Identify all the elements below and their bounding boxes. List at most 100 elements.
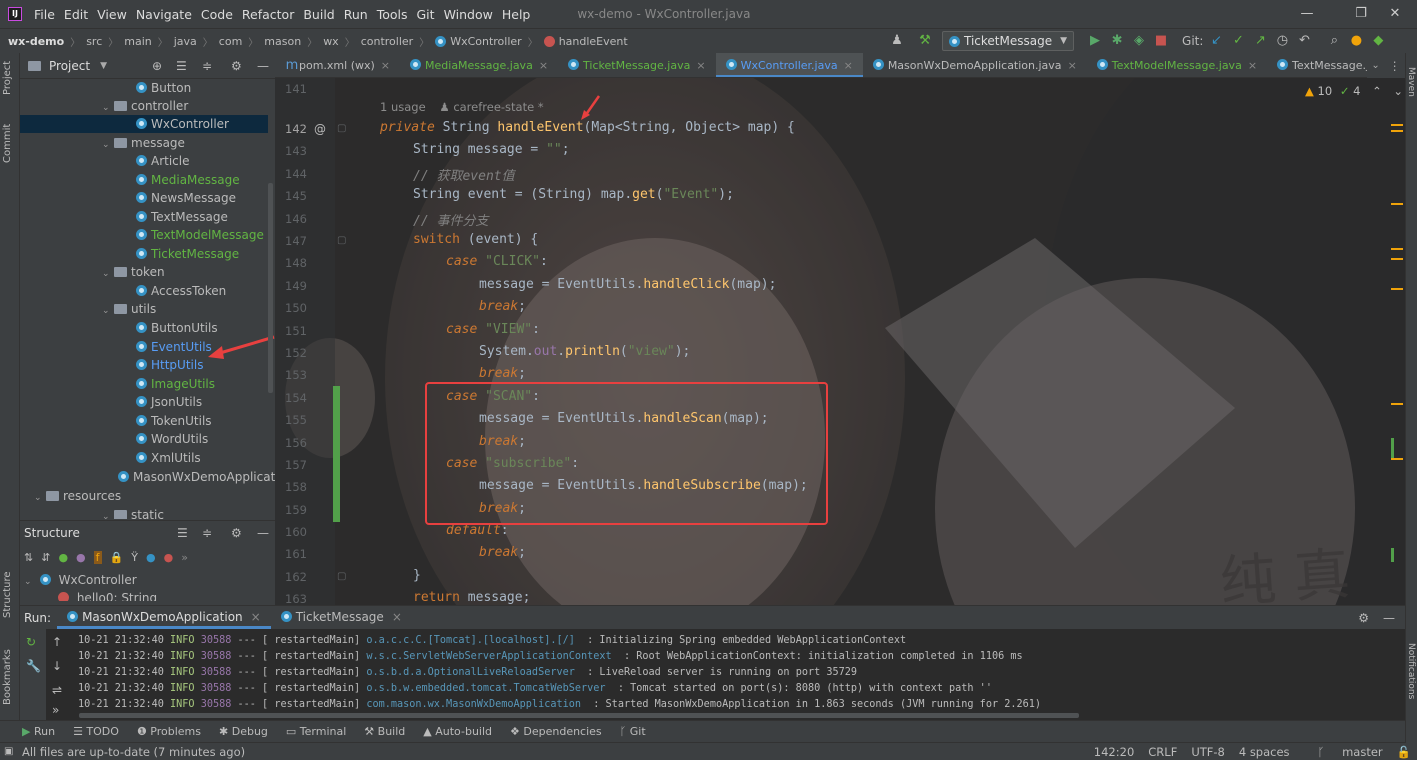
close-icon[interactable]: × bbox=[696, 59, 705, 72]
line-number[interactable]: 156 bbox=[281, 436, 307, 450]
line-number[interactable]: 152 bbox=[281, 346, 307, 360]
chevron-down-icon[interactable]: ⌄ bbox=[34, 489, 46, 507]
structure-root[interactable]: ⌄ WxController bbox=[24, 573, 137, 587]
notifications-stripe-button[interactable]: Notifications bbox=[1406, 643, 1416, 699]
debug-icon[interactable]: ✱ bbox=[1110, 34, 1124, 48]
line-number[interactable]: 154 bbox=[281, 391, 307, 405]
breadcrumb-java[interactable]: java bbox=[174, 35, 197, 48]
user-icon[interactable]: ♟ bbox=[890, 34, 904, 48]
tree-item[interactable]: ⌄ token bbox=[102, 263, 165, 281]
tree-item[interactable]: NewsMessage bbox=[136, 189, 236, 207]
code-editor[interactable]: 纯 真 141 142 143 144 145 146 147 148 149 150 151 152… bbox=[275, 78, 1405, 605]
chevron-up-icon[interactable]: ⌃ bbox=[1372, 84, 1382, 98]
breadcrumb-wx[interactable]: wx bbox=[323, 35, 339, 48]
console-line[interactable]: 10-21 21:32:40 INFO 30588 --- [ restarte… bbox=[78, 651, 1023, 662]
tab-ticketmessage-java[interactable]: TicketMessage.java × bbox=[558, 53, 716, 77]
close-icon[interactable]: × bbox=[539, 59, 548, 72]
tab-pom-xml-wx-[interactable]: mpom.xml (wx) × bbox=[275, 53, 400, 77]
inspection-widget[interactable]: ▲ 10 ✓ 4 ⌃ ⌄ bbox=[1305, 84, 1403, 98]
tool-git[interactable]: ᚴ Git bbox=[620, 725, 646, 738]
line-number[interactable]: 158 bbox=[281, 480, 307, 494]
stop-icon[interactable]: ■ bbox=[1154, 34, 1168, 48]
code-line[interactable]: message = EventUtils.handleClick(map); bbox=[479, 277, 776, 292]
hide-icon[interactable]: — bbox=[257, 526, 269, 540]
project-stripe-button[interactable]: Project bbox=[2, 61, 13, 95]
breadcrumb-main[interactable]: main bbox=[124, 35, 151, 48]
caret-position[interactable]: 142:20 bbox=[1094, 745, 1134, 759]
tab-wxcontroller-java[interactable]: WxController.java × bbox=[715, 53, 863, 77]
usage-hint[interactable]: 1 usage bbox=[380, 100, 426, 114]
maven-stripe-button[interactable]: Maven bbox=[1406, 67, 1416, 97]
line-number[interactable]: 153 bbox=[281, 368, 307, 382]
close-icon[interactable]: × bbox=[844, 59, 853, 72]
tree-item[interactable]: TextMessage bbox=[136, 208, 228, 226]
console-output[interactable]: 10-21 21:32:40 INFO 30588 --- [ restarte… bbox=[20, 629, 1405, 721]
run-config-dropdown[interactable]: TicketMessage ▼ bbox=[942, 31, 1075, 51]
line-number[interactable]: 161 bbox=[281, 547, 307, 561]
menu-build[interactable]: Build bbox=[303, 7, 334, 22]
gear-icon[interactable]: ⚙ bbox=[231, 526, 242, 540]
chevron-down-icon[interactable]: ⌄ bbox=[102, 265, 114, 283]
tool-terminal[interactable]: ▭ Terminal bbox=[286, 725, 346, 738]
coverage-icon[interactable]: ◈ bbox=[1132, 34, 1146, 48]
property-icon[interactable]: ● bbox=[76, 551, 86, 564]
line-number[interactable]: 162 bbox=[281, 570, 307, 584]
code-line[interactable]: String message = ""; bbox=[413, 142, 570, 157]
code-line[interactable]: } bbox=[413, 568, 421, 583]
menu-tools[interactable]: Tools bbox=[377, 7, 408, 22]
console-line[interactable]: 10-21 21:32:40 INFO 30588 --- [ restarte… bbox=[78, 667, 857, 678]
tree-item[interactable]: TextModelMessage bbox=[136, 226, 264, 244]
tree-icon[interactable]: Ÿ bbox=[131, 551, 138, 564]
error-stripe[interactable] bbox=[1391, 118, 1403, 588]
tree-item[interactable]: TicketMessage bbox=[136, 245, 239, 263]
breadcrumb-method[interactable]: handleEvent bbox=[559, 35, 628, 48]
sort-alpha-icon[interactable]: ⇵ bbox=[41, 551, 50, 564]
gear-icon[interactable]: ⚙ bbox=[231, 59, 242, 73]
line-number[interactable]: 145 bbox=[281, 189, 307, 203]
plugin-icon[interactable]: ◆ bbox=[1371, 34, 1385, 48]
line-number[interactable]: 157 bbox=[281, 458, 307, 472]
tree-item[interactable]: EventUtils bbox=[136, 338, 212, 356]
tool-debug[interactable]: ✱ Debug bbox=[219, 725, 268, 738]
code-line[interactable]: default: bbox=[446, 523, 509, 538]
code-line[interactable]: break; bbox=[479, 545, 526, 560]
tool-run[interactable]: ▶ Run bbox=[22, 725, 55, 738]
git-commit-icon[interactable]: ✓ bbox=[1231, 34, 1245, 48]
structure-stripe-button[interactable]: Structure bbox=[2, 571, 13, 618]
layout-icon[interactable]: ▣ bbox=[4, 746, 13, 757]
git-push-icon[interactable]: ↗ bbox=[1253, 34, 1267, 48]
breadcrumb-src[interactable]: src bbox=[86, 35, 102, 48]
code-line[interactable]: case "CLICK": bbox=[446, 254, 548, 269]
menu-run[interactable]: Run bbox=[344, 7, 368, 22]
line-number[interactable]: 159 bbox=[281, 503, 307, 517]
tree-item[interactable]: WordUtils bbox=[136, 430, 208, 448]
breadcrumb-class[interactable]: WxController bbox=[450, 35, 522, 48]
line-number[interactable]: 147 bbox=[281, 234, 307, 248]
override-marker-icon[interactable]: @ bbox=[314, 122, 326, 136]
tree-item[interactable]: ⌄ static bbox=[102, 506, 164, 519]
chevron-down-icon[interactable]: ▼ bbox=[100, 61, 107, 71]
line-number[interactable]: 151 bbox=[281, 324, 307, 338]
collapse-all-icon[interactable]: ≑ bbox=[202, 59, 212, 73]
code-line[interactable]: return message; bbox=[413, 590, 530, 605]
gear-icon[interactable]: ⚙ bbox=[1358, 611, 1369, 625]
tree-item[interactable]: WxController bbox=[20, 115, 268, 133]
sort-icon[interactable]: ⇅ bbox=[24, 551, 33, 564]
menu-help[interactable]: Help bbox=[502, 7, 531, 22]
breadcrumb-controller[interactable]: controller bbox=[361, 35, 413, 48]
console-scrollbar[interactable] bbox=[79, 713, 1079, 718]
breadcrumb-com[interactable]: com bbox=[219, 35, 243, 48]
chevron-down-icon[interactable]: ⌄ bbox=[102, 302, 114, 320]
git-update-icon[interactable]: ↙ bbox=[1209, 34, 1223, 48]
git-branch[interactable]: ᚴ master bbox=[1304, 745, 1383, 759]
menu-window[interactable]: Window bbox=[444, 7, 493, 22]
tree-item[interactable]: MediaMessage bbox=[136, 171, 240, 189]
tree-item[interactable]: Button bbox=[136, 79, 191, 97]
close-icon[interactable]: × bbox=[1068, 59, 1077, 72]
close-icon[interactable]: ✕ bbox=[1373, 0, 1417, 28]
tree-item[interactable]: MasonWxDemoApplicatic bbox=[118, 468, 275, 486]
tab-textmodelmessage-java[interactable]: TextModelMessage.java × bbox=[1087, 53, 1267, 77]
tree-item[interactable]: ⌄ utils bbox=[102, 300, 156, 318]
rollback-icon[interactable]: ↶ bbox=[1297, 34, 1311, 48]
close-icon[interactable]: × bbox=[381, 59, 390, 72]
